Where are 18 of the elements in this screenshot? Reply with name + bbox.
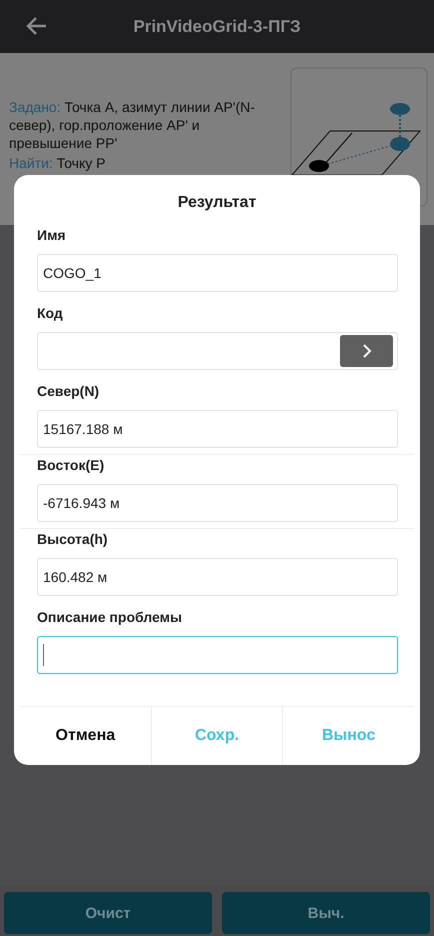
given-statement: Задано: Точка А, азимут линии AP'(N-север), гор.проложение AP' и превышение PP' xyxy=(9,98,256,152)
input-field[interactable] xyxy=(37,636,398,674)
input-field[interactable]: COGO_1 xyxy=(37,254,398,292)
screen-title: PrinVideoGrid-3-ПГЗ xyxy=(133,16,301,36)
field-label: Север(N) xyxy=(37,383,100,401)
input-field[interactable]: -6716.943 м xyxy=(37,484,398,522)
chevron-right-icon[interactable] xyxy=(340,335,393,367)
field-label: Высота(h) xyxy=(37,531,109,549)
field-label: Имя xyxy=(37,227,67,245)
input-field[interactable]: 15167.188 м xyxy=(37,410,398,448)
find-statement: Найти: Точку P xyxy=(9,154,106,172)
back-arrow-icon[interactable] xyxy=(26,16,48,36)
dialog-button[interactable]: Отмена xyxy=(20,707,151,765)
field-label: Описание проблемы xyxy=(37,609,183,627)
field-label: Восток(E) xyxy=(37,457,106,475)
field-label: Код xyxy=(37,305,64,323)
dialog-title: Результат xyxy=(176,193,258,213)
input-field[interactable]: 160.482 м xyxy=(37,558,398,596)
